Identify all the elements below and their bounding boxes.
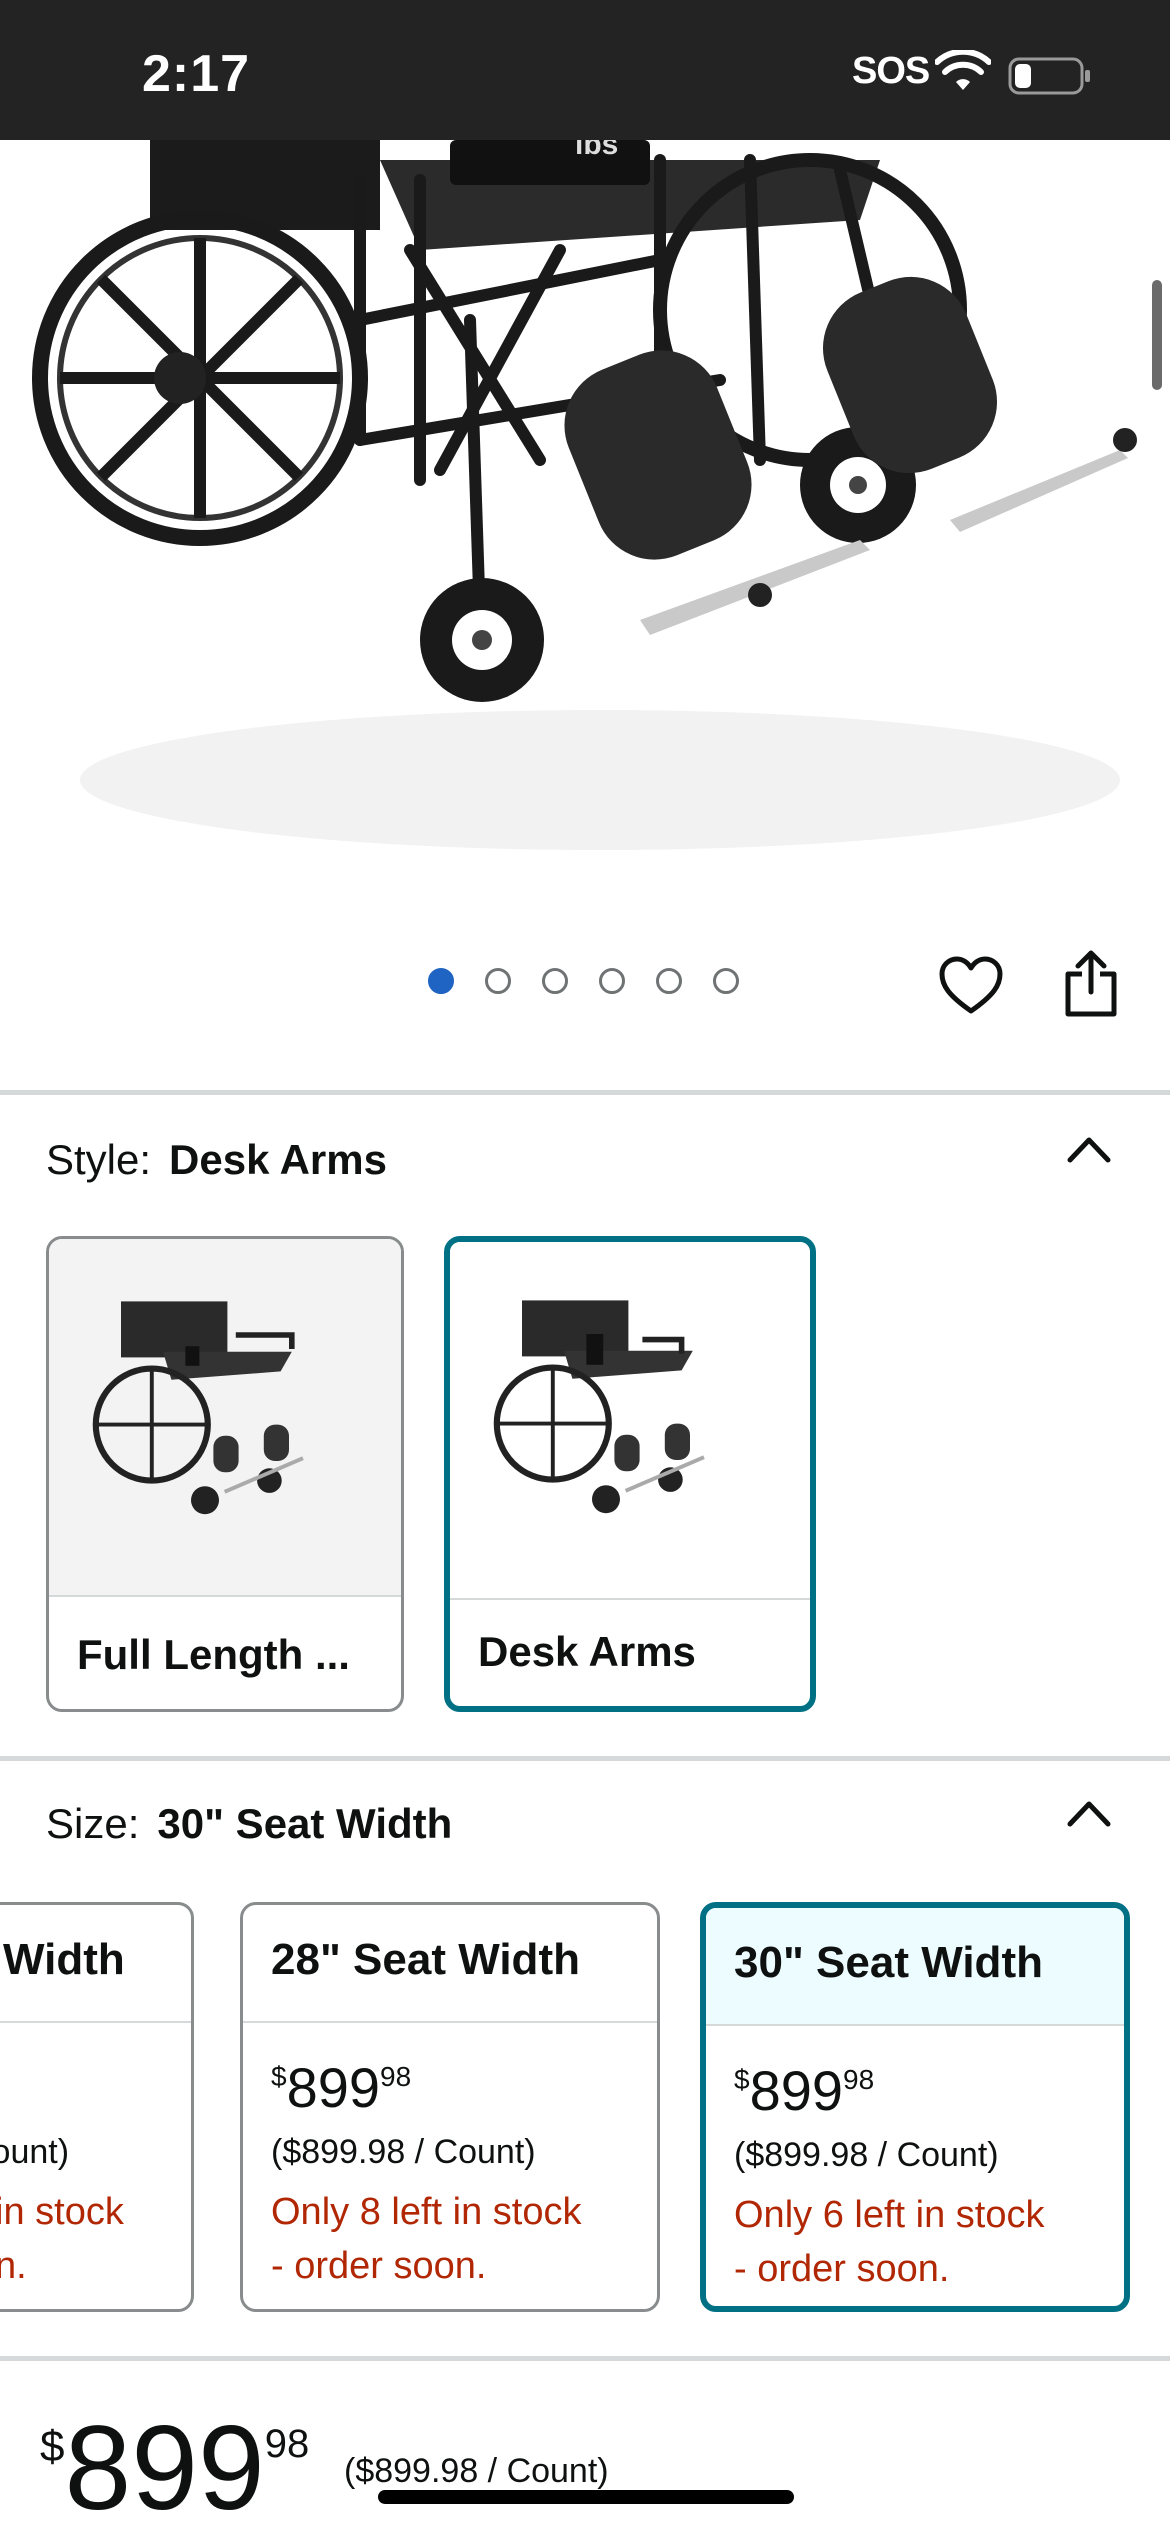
divider	[0, 1756, 1170, 1761]
divider	[0, 2356, 1170, 2361]
price-whole: 899	[749, 2059, 844, 2122]
size-option-unit-price: Count)	[0, 2133, 70, 2171]
style-key: Style:	[46, 1136, 152, 1183]
price-currency: $	[271, 2061, 287, 2092]
price-fraction: 98	[843, 2064, 875, 2095]
status-bar: 2:17 SOS	[0, 0, 1170, 140]
size-option-header: 30" Seat Width	[706, 1908, 1124, 2026]
style-selected-value: Desk Arms	[169, 1136, 387, 1183]
stock-line-1: Only 6 left in stock	[734, 2194, 1045, 2236]
sos-indicator: SOS	[852, 50, 930, 92]
stock-line-1: in stock	[0, 2191, 124, 2233]
product-image[interactable]: lbs	[0, 140, 1170, 930]
size-selected-value: 30" Seat Width	[157, 1800, 453, 1847]
product-page: 2:17 SOS lbs Style: Desk Arms Full Lengt…	[0, 0, 1170, 2532]
carousel-dot-1[interactable]	[428, 968, 454, 994]
size-option-30-seat-width[interactable]: 30" Seat Width $89998 ($899.98 / Count) …	[700, 1902, 1130, 2312]
price-whole: 899	[286, 2056, 381, 2119]
wheelchair-illustration: lbs	[32, 140, 1137, 850]
size-option-unit-price: ($899.98 / Count)	[734, 2136, 999, 2174]
unit-price: ($899.98 / Count)	[344, 2452, 609, 2490]
home-indicator[interactable]	[378, 2490, 794, 2504]
size-option-header: Width	[0, 1905, 191, 2023]
wifi-icon	[935, 50, 991, 90]
style-thumb	[49, 1239, 401, 1597]
size-option-label: Width	[3, 1935, 125, 1984]
share-icon[interactable]	[1062, 950, 1120, 1018]
size-option-partial[interactable]: Width Count) in stock n.	[0, 1902, 194, 2312]
size-option-label: 28" Seat Width	[271, 1935, 580, 1984]
size-option-stock: in stock n.	[0, 2185, 191, 2293]
battery-icon	[1008, 57, 1090, 95]
stock-line-2: - order soon.	[734, 2248, 950, 2290]
status-time: 2:17	[142, 45, 251, 103]
carousel-dot-4[interactable]	[599, 968, 625, 994]
price-whole: 899	[64, 2401, 265, 2532]
size-option-price: $89998	[271, 2055, 411, 2120]
carousel-dot-6[interactable]	[713, 968, 739, 994]
size-option-label: 30" Seat Width	[734, 1938, 1043, 1987]
product-price: $89998	[40, 2408, 309, 2528]
style-thumb	[450, 1242, 810, 1600]
chevron-up-icon[interactable]	[1066, 1798, 1112, 1828]
style-option-label: Full Length ...	[77, 1631, 350, 1678]
size-option-stock: Only 8 left in stock - order soon.	[271, 2185, 657, 2293]
price-fraction: 98	[264, 2422, 310, 2466]
carousel-dot-5[interactable]	[656, 968, 682, 994]
size-option-price: $89998	[734, 2058, 874, 2123]
stock-line-2: - order soon.	[271, 2245, 487, 2287]
style-option-full-length[interactable]: Full Length ...	[46, 1236, 404, 1712]
chevron-up-icon[interactable]	[1066, 1134, 1112, 1164]
size-option-unit-price: ($899.98 / Count)	[271, 2133, 536, 2171]
size-key: Size:	[46, 1800, 140, 1847]
stock-line-2: n.	[0, 2245, 27, 2287]
price-currency: $	[734, 2064, 750, 2095]
carousel-dot-2[interactable]	[485, 968, 511, 994]
divider	[0, 1090, 1170, 1095]
carousel-dots[interactable]	[428, 968, 739, 994]
stock-line-1: Only 8 left in stock	[271, 2191, 582, 2233]
style-option-label: Desk Arms	[478, 1628, 696, 1675]
price-fraction: 98	[380, 2061, 412, 2092]
style-label: Style: Desk Arms	[46, 1136, 387, 1184]
front-caster-left	[420, 578, 544, 702]
size-option-28-seat-width[interactable]: 28" Seat Width $89998 ($899.98 / Count) …	[240, 1902, 660, 2312]
rear-wheel	[32, 210, 368, 546]
style-option-desk-arms[interactable]: Desk Arms	[444, 1236, 816, 1712]
heart-icon[interactable]	[938, 955, 1004, 1017]
size-option-stock: Only 6 left in stock - order soon.	[734, 2188, 1124, 2296]
scroll-indicator	[1152, 280, 1162, 390]
size-option-header: 28" Seat Width	[243, 1905, 657, 2023]
size-label: Size: 30" Seat Width	[46, 1800, 452, 1848]
price-currency: $	[40, 2422, 65, 2471]
carousel-dot-3[interactable]	[542, 968, 568, 994]
weight-badge-text: lbs	[575, 140, 618, 161]
